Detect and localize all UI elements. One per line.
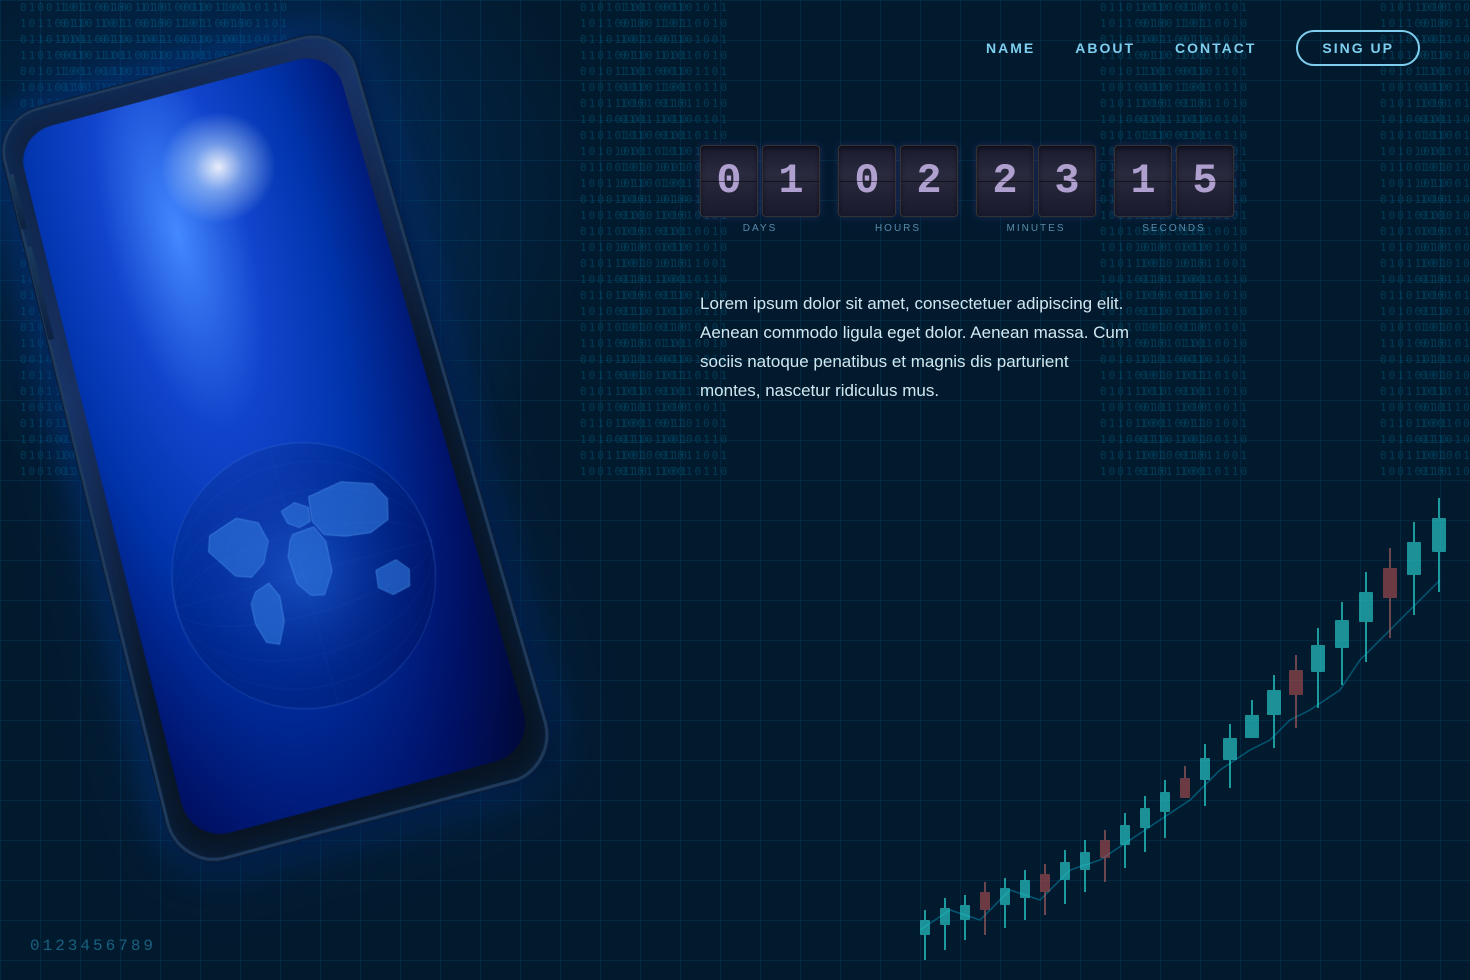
phone-outer [0, 25, 561, 872]
seconds-label: SECONDS [1142, 223, 1205, 234]
countdown-timer: 0 1 DAYS 0 2 HOURS 2 3 MINUTES 1 5 SECON… [700, 145, 1234, 234]
minutes-label: MINUTES [1007, 223, 1066, 234]
minutes-digit-2: 3 [1038, 145, 1096, 217]
minutes-digit-1: 2 [976, 145, 1034, 217]
nav-contact-link[interactable]: CONTACT [1175, 40, 1256, 56]
body-text: Lorem ipsum dolor sit amet, consectetuer… [700, 290, 1130, 406]
candlestick-chart [890, 480, 1470, 980]
chart-svg [890, 480, 1470, 980]
days-label: DAYS [743, 223, 778, 234]
countdown-seconds: 1 5 SECONDS [1114, 145, 1234, 234]
navigation: NAME ABOUT CONTACT SING UP [986, 30, 1420, 66]
countdown-hours: 0 2 HOURS [838, 145, 958, 234]
phone-screen [16, 50, 535, 843]
hours-label: HOURS [875, 223, 921, 234]
signup-button[interactable]: SING UP [1296, 30, 1420, 66]
days-digit-2: 1 [762, 145, 820, 217]
nav-about-link[interactable]: ABOUT [1075, 40, 1135, 56]
hours-digits: 0 2 [838, 145, 958, 217]
seconds-digit-2: 5 [1176, 145, 1234, 217]
days-digit-1: 0 [700, 145, 758, 217]
minutes-digits: 2 3 [976, 145, 1096, 217]
nav-name-link[interactable]: NAME [986, 40, 1035, 56]
hours-digit-2: 2 [900, 145, 958, 217]
seconds-digit-1: 1 [1114, 145, 1172, 217]
screen-flare [148, 98, 290, 236]
countdown-minutes: 2 3 MINUTES [976, 145, 1096, 234]
days-digits: 0 1 [700, 145, 820, 217]
phone-button-1 [8, 174, 27, 230]
bottom-numbers: 0123456789 [30, 937, 156, 955]
seconds-digits: 1 5 [1114, 145, 1234, 217]
globe-svg [132, 401, 481, 752]
phone-body [0, 25, 561, 872]
countdown-days: 0 1 DAYS [700, 145, 820, 234]
hours-digit-1: 0 [838, 145, 896, 217]
